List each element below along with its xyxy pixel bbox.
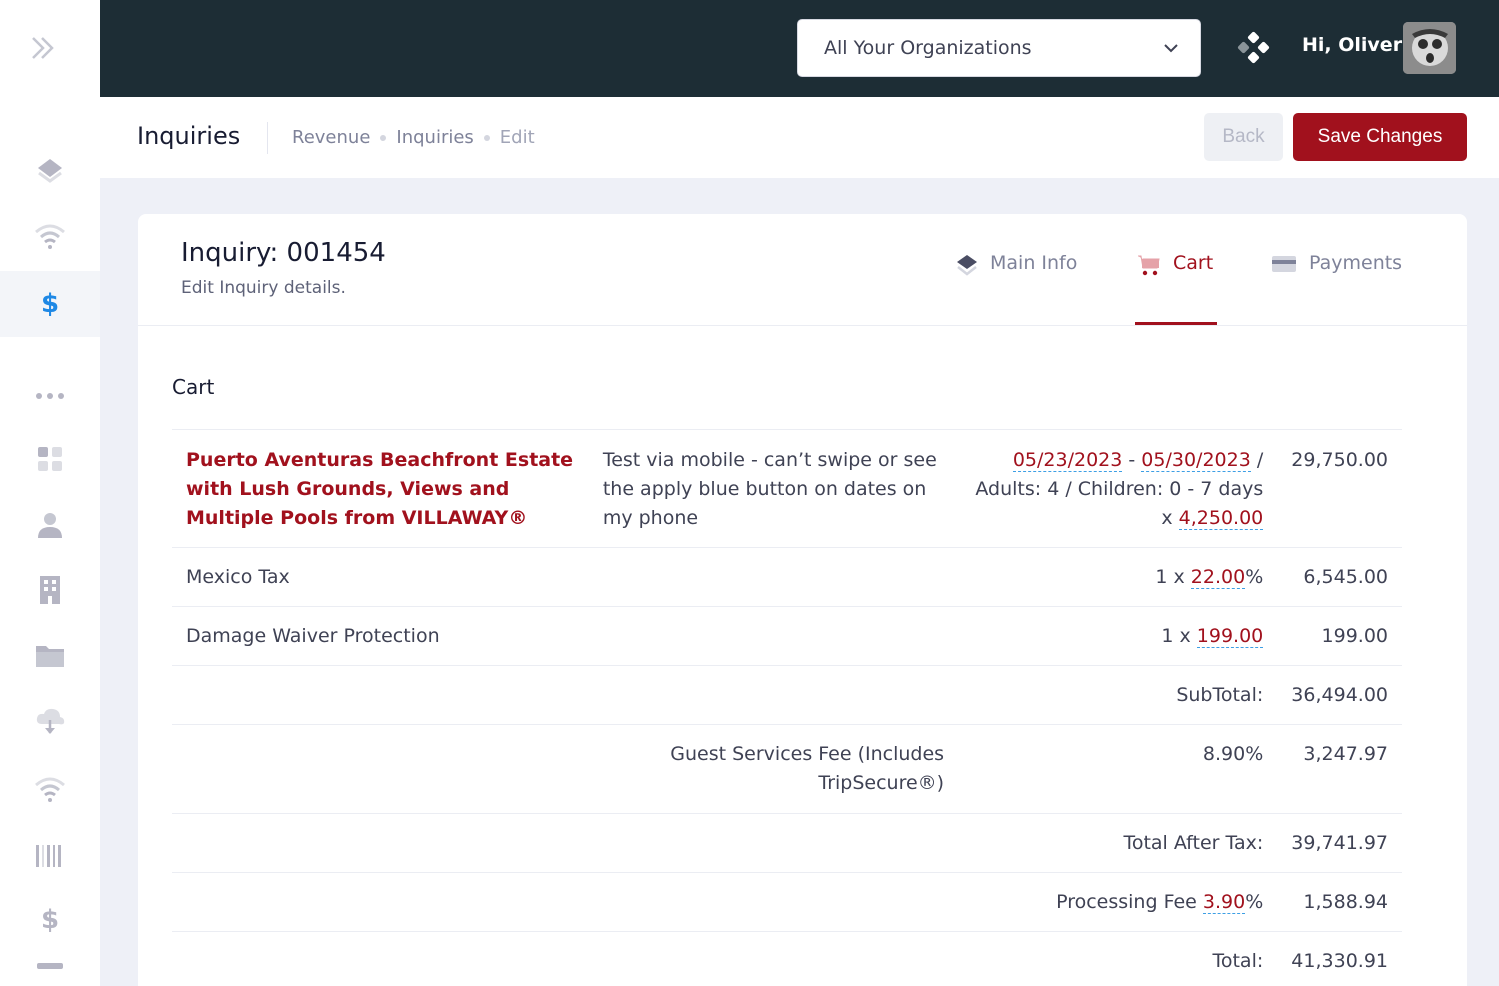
avatar[interactable] [1403,22,1456,74]
table-row: SubTotal: 36,494.00 [172,665,1402,725]
processing-fee-rate-link[interactable]: 3.90 [1202,891,1246,914]
subtotal-label: SubTotal: [1176,684,1264,706]
credit-card-icon [1272,256,1296,272]
tax-amount: 6,545.00 [1303,566,1388,588]
date-separator: - [1128,449,1136,471]
expand-sidebar-icon[interactable] [26,30,62,66]
breadcrumb-edit: Edit [499,127,535,148]
card-header: Inquiry: 001454 Edit Inquiry details. Ma… [138,214,1467,326]
folder-icon[interactable] [0,624,100,688]
rate-prefix: x [1161,507,1173,529]
table-row: Guest Services Fee (Includes TripSecure®… [172,724,1402,814]
inquiry-card: Inquiry: 001454 Edit Inquiry details. Ma… [138,214,1467,986]
waiver-qty-prefix: 1 x [1161,625,1191,647]
dollar-icon[interactable]: $ [0,888,100,952]
page-title: Inquiries [137,122,241,150]
waiver-rate-link[interactable]: 199.00 [1196,625,1264,648]
more-dots-icon[interactable] [0,364,100,428]
barcode-icon[interactable] [0,824,100,888]
table-row: Damage Waiver Protection 1 x 199.00 199.… [172,606,1402,666]
breadcrumb-separator [380,134,387,141]
cart-icon [1138,255,1160,276]
guest-fee-amount: 3,247.97 [1303,743,1388,765]
end-date-link[interactable]: 05/30/2023 [1141,449,1251,472]
property-name-link[interactable]: Puerto Aventuras Beachfront Estate with … [186,449,573,529]
tab-main-info[interactable]: Main Info [956,252,1077,326]
tax-label: Mexico Tax [186,566,290,588]
total-after-tax-amount: 39,741.97 [1291,832,1388,854]
sidebar: $ $ [0,0,100,986]
guests-info: Adults: 4 / Children: 0 - 7 days [975,478,1264,500]
item-amount: 29,750.00 [1291,449,1388,471]
table-row: Total After Tax: 39,741.97 [172,813,1402,873]
organization-select[interactable]: All Your Organizations [797,19,1201,77]
waiver-amount: 199.00 [1321,625,1388,647]
dashboard-grid-icon[interactable] [0,427,100,491]
menu-icon[interactable] [0,955,100,986]
tax-rate-suffix: % [1245,566,1264,588]
user-icon[interactable] [0,493,100,557]
chevron-down-icon [1164,43,1178,52]
top-header: All Your Organizations Hi, Oliver [100,0,1499,97]
wifi-icon[interactable] [0,757,100,821]
total-label: Total: [1212,950,1264,972]
table-row: Mexico Tax 1 x 22.00% 6,545.00 [172,547,1402,607]
breadcrumb: Revenue Inquiries Edit [292,127,535,148]
waiver-label: Damage Waiver Protection [186,625,440,647]
tax-qty-prefix: 1 x [1155,566,1185,588]
inquiry-title: Inquiry: 001454 [181,238,386,268]
user-greeting[interactable]: Hi, Oliver [1302,34,1402,56]
revenue-dollar-icon[interactable]: $ [0,271,100,337]
section-title: Cart [172,375,215,399]
slash-separator: / [1256,449,1264,471]
tab-main-info-label: Main Info [990,252,1078,274]
wifi-icon[interactable] [0,204,100,268]
table-row: Puerto Aventuras Beachfront Estate with … [172,429,1402,548]
processing-fee-label: Processing Fee [1056,891,1197,913]
building-icon[interactable] [0,558,100,622]
guest-fee-rate: 8.90% [1202,743,1264,765]
cart-table: Puerto Aventuras Beachfront Estate with … [172,429,1402,986]
active-tab-indicator [1135,322,1217,325]
breadcrumb-revenue[interactable]: Revenue [292,127,370,148]
organization-select-value: All Your Organizations [824,37,1032,59]
layers-icon[interactable] [0,139,100,203]
subheader: Inquiries Revenue Inquiries Edit Back Sa… [100,97,1499,178]
cloud-download-icon[interactable] [0,690,100,754]
total-after-tax-label: Total After Tax: [1123,832,1264,854]
tax-rate-link[interactable]: 22.00 [1190,566,1246,589]
tab-cart-label: Cart [1173,252,1214,274]
save-changes-button[interactable]: Save Changes [1293,113,1467,161]
item-description: Test via mobile - can’t swipe or see the… [602,449,937,529]
tab-cart[interactable]: Cart [1137,252,1213,326]
start-date-link[interactable]: 05/23/2023 [1012,449,1123,472]
total-amount: 41,330.91 [1291,950,1388,972]
tab-payments-label: Payments [1309,252,1403,274]
breadcrumb-inquiries[interactable]: Inquiries [396,127,473,148]
table-row: Processing Fee 3.90% 1,588.94 [172,872,1402,932]
breadcrumb-separator [483,134,490,141]
inquiry-subtitle: Edit Inquiry details. [181,278,346,298]
subtotal-amount: 36,494.00 [1291,684,1388,706]
back-button[interactable]: Back [1204,113,1283,161]
nightly-rate-link[interactable]: 4,250.00 [1178,507,1264,530]
processing-fee-suffix: % [1245,891,1264,913]
divider [267,122,268,154]
apps-dots-icon[interactable] [1236,30,1272,66]
processing-fee-amount: 1,588.94 [1303,891,1388,913]
table-row: Total: 41,330.91 [172,931,1402,986]
layers-icon [957,255,977,276]
guest-fee-label: Guest Services Fee (Includes TripSecure®… [670,743,945,794]
tab-payments[interactable]: Payments [1271,252,1402,326]
